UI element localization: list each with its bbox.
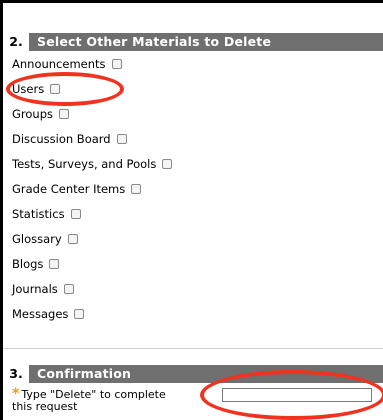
blogs-checkbox[interactable] bbox=[49, 259, 60, 269]
option-announcements: Announcements bbox=[12, 57, 122, 71]
option-label: Users bbox=[12, 82, 45, 96]
section-divider bbox=[3, 348, 383, 349]
section-title: Confirmation bbox=[37, 366, 132, 381]
option-label: Glossary bbox=[12, 232, 62, 246]
option-label: Grade Center Items bbox=[12, 182, 126, 196]
confirmation-prompt: * Type "Delete" to complete this request bbox=[12, 387, 166, 413]
option-journals: Journals bbox=[12, 282, 74, 296]
section-number: 2. bbox=[3, 33, 29, 51]
option-label: Statistics bbox=[12, 207, 65, 221]
tests-surveys-pools-checkbox[interactable] bbox=[162, 159, 173, 169]
option-groups: Groups bbox=[12, 107, 70, 121]
option-discussion-board: Discussion Board bbox=[12, 132, 127, 146]
option-messages: Messages bbox=[12, 307, 85, 321]
delete-confirmation-input[interactable] bbox=[222, 388, 372, 402]
discussion-board-checkbox[interactable] bbox=[116, 134, 127, 144]
option-label: Discussion Board bbox=[12, 132, 111, 146]
users-checkbox[interactable] bbox=[50, 84, 61, 94]
option-label: Tests, Surveys, and Pools bbox=[12, 157, 157, 171]
glossary-checkbox[interactable] bbox=[67, 234, 78, 244]
option-tests-surveys-pools: Tests, Surveys, and Pools bbox=[12, 157, 173, 171]
section-title: Select Other Materials to Delete bbox=[37, 34, 272, 49]
groups-checkbox[interactable] bbox=[59, 109, 70, 119]
section-header-select-materials: 2. Select Other Materials to Delete bbox=[3, 33, 383, 51]
grade-center-items-checkbox[interactable] bbox=[131, 184, 142, 194]
statistics-checkbox[interactable] bbox=[70, 209, 81, 219]
section-header-confirmation: 3. Confirmation bbox=[3, 365, 383, 383]
option-label: Messages bbox=[12, 307, 69, 321]
journals-checkbox[interactable] bbox=[63, 284, 74, 294]
option-label: Groups bbox=[12, 107, 54, 121]
option-grade-center-items: Grade Center Items bbox=[12, 182, 142, 196]
option-glossary: Glossary bbox=[12, 232, 78, 246]
confirmation-prompt-line2: this request bbox=[12, 400, 78, 413]
announcements-checkbox[interactable] bbox=[111, 59, 122, 69]
option-users: Users bbox=[12, 82, 61, 96]
option-label: Blogs bbox=[12, 257, 44, 271]
messages-checkbox[interactable] bbox=[74, 309, 85, 319]
option-label: Journals bbox=[12, 282, 58, 296]
section-number: 3. bbox=[3, 365, 29, 383]
option-blogs: Blogs bbox=[12, 257, 60, 271]
option-statistics: Statistics bbox=[12, 207, 81, 221]
option-label: Announcements bbox=[12, 57, 106, 71]
